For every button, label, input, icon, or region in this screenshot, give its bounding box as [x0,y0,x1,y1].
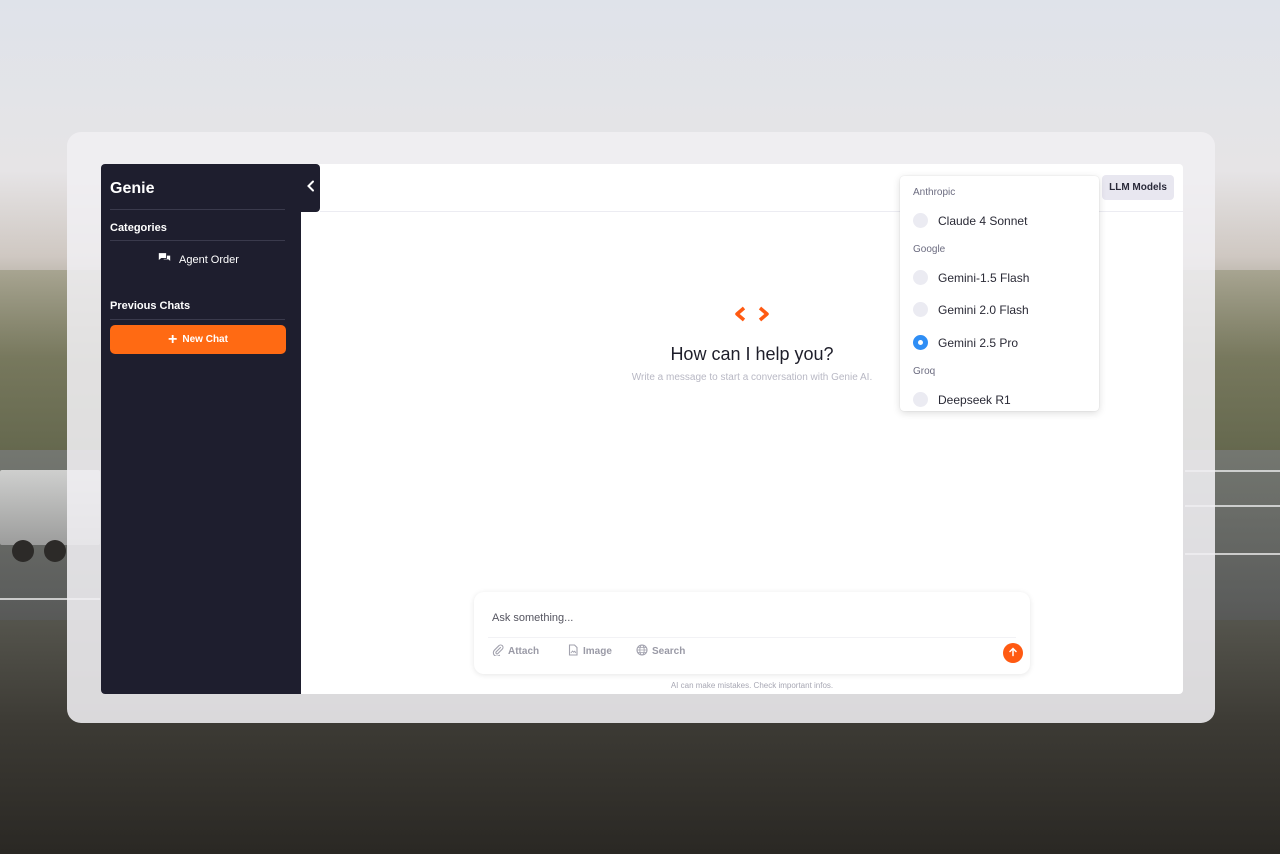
model-label: Gemini 2.0 Flash [938,302,1029,317]
group-label-groq: Groq [913,366,936,377]
disclaimer-text: AI can make mistakes. Check important in… [670,681,834,690]
message-input[interactable] [492,610,972,626]
model-label: Gemini-1.5 Flash [938,270,1030,285]
radio-icon [913,392,928,407]
model-option-gemini-2-0-flash[interactable]: Gemini 2.0 Flash [913,302,1029,317]
model-label: Deepseek R1 [938,392,1011,407]
background-truck-wheel [44,540,66,562]
model-option-gemini-1-5-flash[interactable]: Gemini-1.5 Flash [913,270,1029,285]
plus-icon: + [168,330,178,348]
llm-models-button[interactable]: LLM Models [1102,175,1174,200]
radio-icon [913,302,928,317]
welcome-title: How can I help you? [670,344,834,364]
arrow-up-icon [1008,644,1018,662]
message-composer: Attach Image Search [474,592,1030,674]
chevron-left-icon [306,179,316,197]
welcome-subtitle: Write a message to start a conversation … [631,372,873,383]
new-chat-button[interactable]: + New Chat [110,325,286,354]
sidebar-title: Genie [110,180,155,197]
sidebar-divider [110,319,285,320]
sidebar-divider [110,209,285,210]
image-label: Image [583,646,612,657]
categories-label: Categories [110,222,167,234]
model-label: Gemini 2.5 Pro [938,335,1019,350]
code-brackets-icon [735,306,769,322]
radio-icon [913,213,928,228]
paperclip-icon [492,644,504,659]
group-label-anthropic: Anthropic [913,187,956,198]
model-option-gemini-2-5-pro[interactable]: Gemini 2.5 Pro [913,335,1018,350]
category-item-agent-order[interactable]: Agent Order [158,252,239,267]
app-window: Genie Categories Agent Order Previous Ch… [101,164,1183,694]
composer-divider [488,637,1016,638]
attach-label: Attach [508,646,540,657]
search-button[interactable]: Search [636,644,685,659]
new-chat-label: New Chat [182,334,228,345]
radio-selected-icon [913,335,928,350]
model-label: Claude 4 Sonnet [938,213,1028,228]
image-file-icon [567,644,579,659]
image-button[interactable]: Image [567,644,612,659]
radio-icon [913,270,928,285]
sidebar-divider [110,240,285,241]
category-label: Agent Order [179,253,239,266]
previous-chats-label: Previous Chats [110,300,191,312]
send-button[interactable] [1003,643,1023,663]
collapse-sidebar-button[interactable] [301,164,320,212]
group-label-google: Google [913,244,946,255]
globe-icon [636,644,648,659]
background-truck-wheel [12,540,34,562]
chat-bubbles-icon [158,252,171,267]
model-option-deepseek-r1[interactable]: Deepseek R1 [913,392,1011,407]
search-label: Search [652,646,686,657]
model-option-claude-4-sonnet[interactable]: Claude 4 Sonnet [913,213,1027,228]
sidebar: Genie Categories Agent Order Previous Ch… [101,164,301,694]
attach-button[interactable]: Attach [492,644,539,659]
llm-models-dropdown: Anthropic Claude 4 Sonnet Google Gemini-… [900,176,1099,411]
